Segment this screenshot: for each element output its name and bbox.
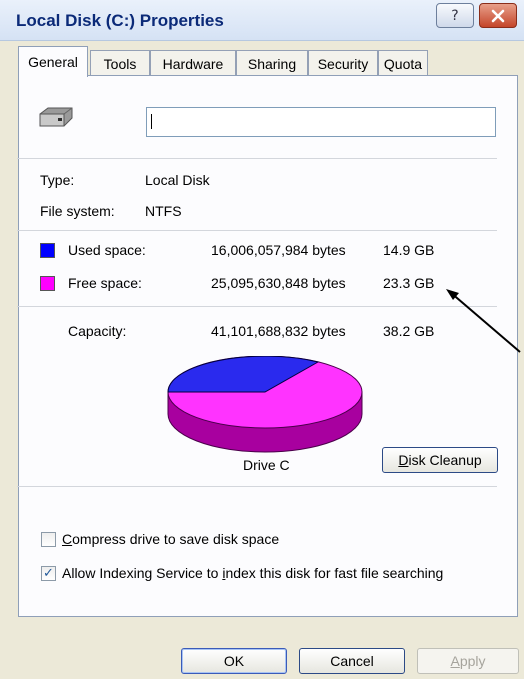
cleanup-label: isk Cleanup [408, 452, 482, 468]
cancel-label: Cancel [330, 653, 374, 669]
tab-tools[interactable]: Tools [90, 50, 150, 76]
used-space-label: Used space: [68, 242, 146, 258]
free-space-bytes: 25,095,630,848 bytes [211, 275, 346, 291]
indexing-checkbox[interactable]: ✓ [41, 566, 56, 581]
help-icon: ? [451, 7, 459, 24]
used-space-size: 14.9 GB [383, 242, 435, 258]
checkmark-icon: ✓ [43, 566, 54, 581]
compress-checkbox[interactable] [41, 532, 56, 547]
capacity-bytes: 41,101,688,832 bytes [211, 323, 346, 339]
volume-label-input[interactable] [146, 107, 496, 137]
separator [17, 230, 497, 231]
drive-led [58, 118, 62, 121]
type-value: Local Disk [145, 172, 210, 188]
ok-button[interactable]: OK [181, 648, 287, 674]
close-button[interactable] [479, 3, 517, 28]
tab-label: General [28, 54, 78, 70]
tab-label: Sharing [247, 55, 297, 72]
disk-usage-pie [167, 356, 363, 453]
title-bar[interactable]: Local Disk (C:) Properties ? [0, 0, 524, 41]
type-label: Type: [40, 172, 75, 188]
text-caret [151, 114, 152, 129]
free-space-swatch [40, 276, 55, 291]
compress-mnemonic: C [62, 531, 73, 547]
tab-hardware[interactable]: Hardware [150, 50, 236, 76]
annotation-arrow [446, 289, 521, 353]
disk-cleanup-button[interactable]: Disk Cleanup [382, 447, 498, 473]
apply-label: pply [459, 653, 486, 669]
used-space-bytes: 16,006,057,984 bytes [211, 242, 346, 258]
indexing-label-text: ndex this disk for fast file searching [225, 565, 444, 581]
drive-label: Drive C [243, 457, 290, 473]
window-title: Local Disk (C:) Properties [16, 11, 224, 30]
file-system-value: NTFS [145, 203, 182, 219]
indexing-label-text: Allow Indexing Service to [62, 565, 223, 581]
capacity-label: Capacity: [68, 323, 127, 339]
apply-button[interactable]: Apply [417, 648, 519, 674]
tab-general[interactable]: General [18, 46, 88, 77]
tab-label: Tools [103, 55, 137, 72]
separator [17, 158, 497, 159]
hard-drive-icon [39, 107, 73, 127]
cleanup-mnemonic: D [398, 452, 409, 468]
compress-label[interactable]: Compress drive to save disk space [62, 531, 279, 547]
help-button[interactable]: ? [436, 3, 474, 28]
separator [17, 486, 497, 487]
tab-label: Security [317, 55, 369, 72]
separator [17, 306, 497, 307]
close-icon [491, 9, 505, 22]
ok-label: OK [223, 653, 245, 669]
tab-quota[interactable]: Quota [378, 50, 428, 76]
free-space-label: Free space: [68, 275, 142, 291]
apply-mnemonic: A [450, 653, 460, 669]
capacity-size: 38.2 GB [383, 323, 435, 339]
indexing-label[interactable]: Allow Indexing Service to index this dis… [62, 565, 443, 581]
properties-window: Local Disk (C:) Properties ? General Too… [0, 0, 524, 679]
compress-label-text: ompress drive to save disk space [72, 531, 280, 547]
cancel-button[interactable]: Cancel [299, 648, 405, 674]
used-space-swatch [40, 243, 55, 258]
tab-sharing[interactable]: Sharing [236, 50, 308, 76]
tab-security[interactable]: Security [308, 50, 378, 76]
tab-label: Quota [383, 55, 423, 72]
tab-label: Hardware [162, 55, 224, 72]
file-system-label: File system: [40, 203, 115, 219]
free-space-size: 23.3 GB [383, 275, 435, 291]
